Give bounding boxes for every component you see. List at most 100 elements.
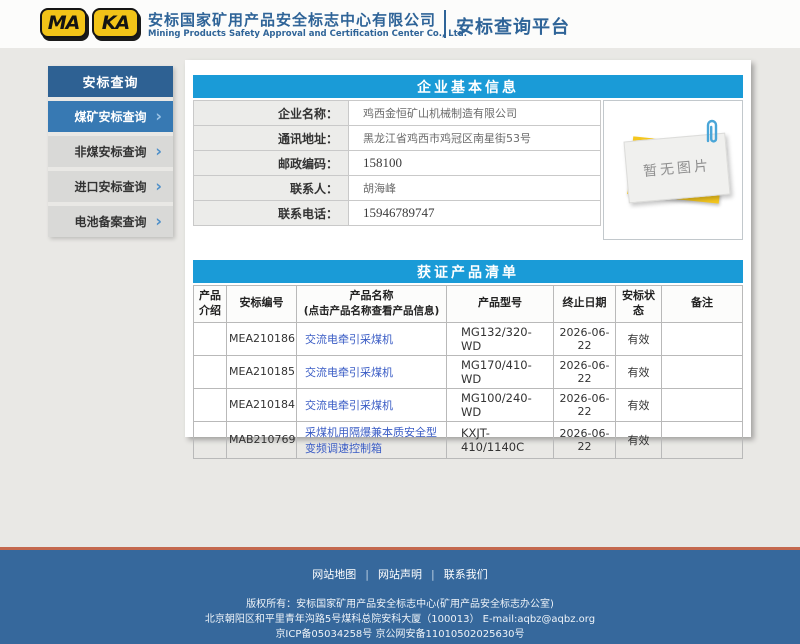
cell-end-date: 2026-06-22 — [554, 355, 616, 388]
col-product-intro: 产品介绍 — [194, 286, 227, 323]
address-label: 通讯地址： — [194, 126, 349, 151]
cell-end-date: 2026-06-22 — [554, 421, 616, 458]
icp-text: 京ICP备05034258号 京公网安备11010502025630号 — [0, 627, 800, 642]
postal-code-label: 邮政编码： — [194, 151, 349, 176]
enterprise-info-table: 企业名称： 鸡西金恒矿山机械制造有限公司 通讯地址： 黑龙江省鸡西市鸡冠区南星街… — [193, 100, 601, 226]
col-product-model: 产品型号 — [447, 286, 554, 323]
cell-intro — [194, 421, 227, 458]
ma-badge-icon: MA — [40, 8, 87, 38]
enterprise-info-section-title: 企业基本信息 — [193, 75, 743, 98]
cell-status: 有效 — [616, 355, 662, 388]
contact-person-label: 联系人： — [194, 176, 349, 201]
sidebar-item-label: 非煤安标查询 — [74, 143, 146, 160]
cell-remark — [662, 355, 743, 388]
product-name-link[interactable]: 交流电牵引采煤机 — [305, 366, 393, 379]
cell-status: 有效 — [616, 388, 662, 421]
cell-product-name: 采煤机用隔爆兼本质安全型变频调速控制箱 — [297, 421, 447, 458]
product-list-table: 产品介绍 安标编号 产品名称 (点击产品名称查看产品信息) 产品型号 终止日期 … — [193, 285, 743, 459]
footer-link-contact[interactable]: 联系我们 — [444, 568, 488, 581]
footer: 网站地图 | 网站声明 | 联系我们 版权所有：安标国家矿用产品安全标志中心(矿用产品安… — [0, 550, 800, 644]
table-row: 联系人： 胡海峰 — [194, 176, 601, 201]
paperclip-icon — [704, 119, 720, 149]
footer-link-statement[interactable]: 网站声明 — [378, 568, 422, 581]
contact-phone-label: 联系电话： — [194, 201, 349, 226]
sidebar-item-import-query[interactable]: 进口安标查询 › — [48, 171, 173, 202]
no-image-text: 暂无图片 — [642, 155, 711, 181]
cell-remark — [662, 421, 743, 458]
chevron-right-icon: › — [155, 213, 162, 229]
product-list-section-title: 获证产品清单 — [193, 260, 743, 283]
chevron-right-icon: › — [155, 178, 162, 194]
address-value: 黑龙江省鸡西市鸡冠区南星街53号 — [349, 126, 601, 151]
sidebar-item-noncoal-query[interactable]: 非煤安标查询 › — [48, 136, 173, 167]
sidebar-item-label: 煤矿安标查询 — [74, 108, 146, 125]
sidebar-item-battery-query[interactable]: 电池备案查询 › — [48, 206, 173, 237]
sidebar-item-label: 进口安标查询 — [74, 178, 146, 195]
cell-intro — [194, 355, 227, 388]
chevron-right-icon: › — [155, 143, 162, 159]
cell-cert-number: MEA210186 — [227, 322, 297, 355]
footer-link-separator: | — [365, 568, 369, 581]
footer-link-sitemap[interactable]: 网站地图 — [312, 568, 356, 581]
col-status: 安标状态 — [616, 286, 662, 323]
cell-product-name: 交流电牵引采煤机 — [297, 355, 447, 388]
table-row: MEA210186 交流电牵引采煤机 MG132/320-WD 2026-06-… — [194, 322, 743, 355]
address-text: 北京朝阳区和平里青年沟路5号煤科总院安科大厦（100013） E-mail:aq… — [0, 612, 800, 627]
cell-cert-number: MAB210769 — [227, 421, 297, 458]
org-name-chinese: 安标国家矿用产品安全标志中心有限公司 — [148, 9, 436, 30]
footer-link-separator: | — [431, 568, 435, 581]
app-header: MA KA 安标国家矿用产品安全标志中心有限公司 Mining Products… — [0, 0, 800, 48]
postal-code-value: 158100 — [349, 151, 601, 176]
platform-title: 安标查询平台 — [456, 13, 570, 39]
col-end-date: 终止日期 — [554, 286, 616, 323]
cell-status: 有效 — [616, 322, 662, 355]
col-product-name: 产品名称 (点击产品名称查看产品信息) — [297, 286, 447, 323]
contact-phone-value: 15946789747 — [349, 201, 601, 226]
col-product-name-hint: (点击产品名称查看产品信息) — [298, 304, 445, 318]
company-name-value: 鸡西金恒矿山机械制造有限公司 — [349, 101, 601, 126]
copyright-text: 版权所有：安标国家矿用产品安全标志中心(矿用产品安全标志办公室) — [0, 597, 800, 612]
sidebar-item-label: 电池备案查询 — [74, 213, 146, 230]
no-image-placeholder: 暂无图片 — [603, 100, 743, 240]
sidebar-item-coal-query[interactable]: 煤矿安标查询 › — [48, 101, 173, 132]
product-name-link[interactable]: 交流电牵引采煤机 — [305, 399, 393, 412]
cell-model: MG100/240-WD — [447, 388, 554, 421]
table-row: 企业名称： 鸡西金恒矿山机械制造有限公司 — [194, 101, 601, 126]
table-row: 通讯地址： 黑龙江省鸡西市鸡冠区南星街53号 — [194, 126, 601, 151]
ka-badge-icon: KA — [92, 8, 139, 38]
cell-end-date: 2026-06-22 — [554, 322, 616, 355]
header-divider — [444, 10, 446, 38]
company-name-label: 企业名称： — [194, 101, 349, 126]
col-remark: 备注 — [662, 286, 743, 323]
contact-person-value: 胡海峰 — [349, 176, 601, 201]
cell-remark — [662, 388, 743, 421]
cell-model: MG132/320-WD — [447, 322, 554, 355]
product-name-link[interactable]: 采煤机用隔爆兼本质安全型变频调速控制箱 — [305, 426, 437, 455]
enterprise-info-area: 企业名称： 鸡西金恒矿山机械制造有限公司 通讯地址： 黑龙江省鸡西市鸡冠区南星街… — [193, 100, 743, 240]
org-name-english: Mining Products Safety Approval and Cert… — [148, 29, 467, 39]
cell-cert-number: MEA210185 — [227, 355, 297, 388]
cell-cert-number: MEA210184 — [227, 388, 297, 421]
col-cert-number: 安标编号 — [227, 286, 297, 323]
table-row: MEA210184 交流电牵引采煤机 MG100/240-WD 2026-06-… — [194, 388, 743, 421]
cell-model: MG170/410-WD — [447, 355, 554, 388]
cell-intro — [194, 322, 227, 355]
table-header-row: 产品介绍 安标编号 产品名称 (点击产品名称查看产品信息) 产品型号 终止日期 … — [194, 286, 743, 323]
cell-intro — [194, 388, 227, 421]
sidebar-title: 安标查询 — [48, 66, 173, 97]
cell-remark — [662, 322, 743, 355]
col-product-name-label: 产品名称 — [350, 289, 394, 302]
ma-ka-logo: MA KA — [40, 8, 144, 38]
cell-product-name: 交流电牵引采煤机 — [297, 388, 447, 421]
cell-status: 有效 — [616, 421, 662, 458]
cell-product-name: 交流电牵引采煤机 — [297, 322, 447, 355]
main-content-panel: 企业基本信息 企业名称： 鸡西金恒矿山机械制造有限公司 通讯地址： 黑龙江省鸡西… — [185, 60, 751, 437]
table-row: 邮政编码： 158100 — [194, 151, 601, 176]
cell-model: KXJT-410/1140C — [447, 421, 554, 458]
sidebar: 安标查询 煤矿安标查询 › 非煤安标查询 › 进口安标查询 › 电池备案查询 › — [48, 66, 173, 237]
table-row: MAB210769 采煤机用隔爆兼本质安全型变频调速控制箱 KXJT-410/1… — [194, 421, 743, 458]
cell-end-date: 2026-06-22 — [554, 388, 616, 421]
table-row: 联系电话： 15946789747 — [194, 201, 601, 226]
product-name-link[interactable]: 交流电牵引采煤机 — [305, 333, 393, 346]
chevron-right-icon: › — [155, 108, 162, 124]
